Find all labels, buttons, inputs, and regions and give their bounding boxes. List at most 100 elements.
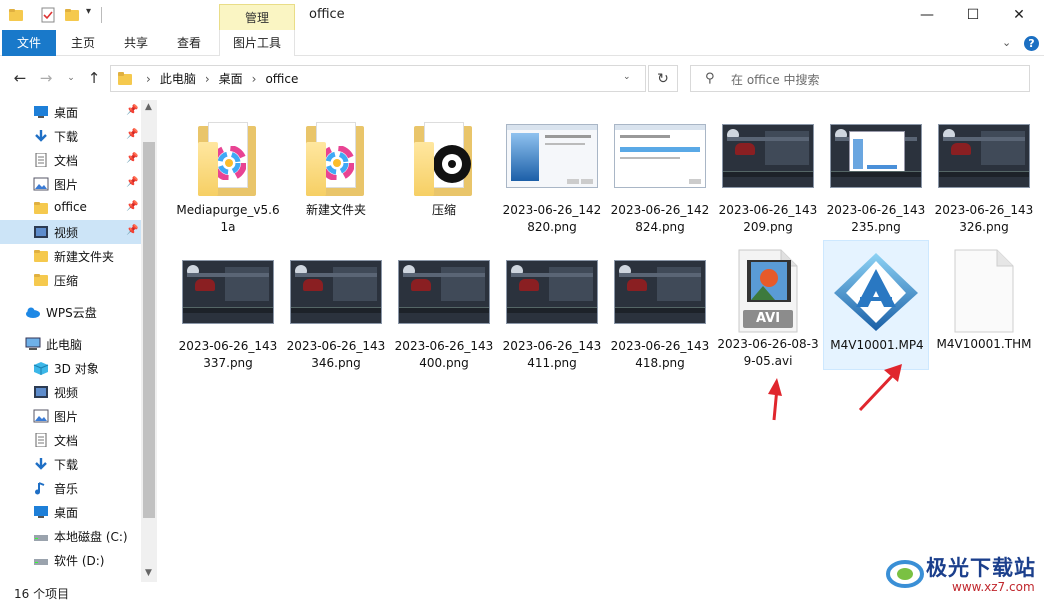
minimize-button[interactable]: — <box>904 0 950 30</box>
sidebar-item-quick-6[interactable]: 新建文件夹 <box>0 244 141 268</box>
sidebar-item-pc-2[interactable]: 图片 <box>0 404 141 428</box>
navigation-bar: ← → ⌄ ↑ › 此电脑 › 桌面 › office ⌄ ↻ ⚲ 在 offi… <box>0 56 1044 100</box>
picture-icon <box>33 409 49 423</box>
chevron-right-icon[interactable]: › <box>252 72 257 86</box>
pin-icon[interactable]: 📌 <box>126 105 138 116</box>
breadcrumb-desktop[interactable]: 桌面 <box>219 70 243 87</box>
file-name: M4V10001.THM <box>936 337 1032 351</box>
file-item[interactable]: 2023-06-26_142824.png <box>607 104 713 234</box>
file-item[interactable]: 2023-06-26_143235.png <box>823 104 929 234</box>
file-item[interactable]: M4V10001.THM <box>931 240 1037 370</box>
sidebar-item-pc-7[interactable]: 本地磁盘 (C:) <box>0 524 141 548</box>
properties-icon[interactable] <box>40 7 56 23</box>
sidebar-item-pc-4[interactable]: 下载 <box>0 452 141 476</box>
search-input[interactable]: ⚲ 在 office 中搜索 <box>690 65 1030 92</box>
scroll-up-icon[interactable]: ▲ <box>145 102 152 112</box>
sidebar-item-quick-1[interactable]: 下载 📌 <box>0 124 141 148</box>
address-bar[interactable]: › 此电脑 › 桌面 › office ⌄ <box>110 65 646 92</box>
sidebar-item-label: WPS云盘 <box>46 306 97 320</box>
folder-icon <box>33 249 49 263</box>
tab-view[interactable]: 查看 <box>164 30 214 56</box>
pin-icon[interactable]: 📌 <box>126 177 138 188</box>
sidebar-item-label: 3D 对象 <box>54 362 99 376</box>
file-item[interactable]: 压缩 <box>391 104 497 234</box>
sidebar-item-quick-0[interactable]: 桌面 📌 <box>0 100 141 124</box>
expand-ribbon-icon[interactable]: ⌄ <box>1002 36 1011 49</box>
sidebar-item-quick-7[interactable]: 压缩 <box>0 268 141 292</box>
folder-icon <box>194 118 262 198</box>
sidebar-item-wps[interactable]: WPS云盘 <box>0 300 141 324</box>
chevron-right-icon[interactable]: › <box>146 72 151 86</box>
up-arrow-icon[interactable]: ↑ <box>84 66 104 90</box>
pin-icon[interactable]: 📌 <box>126 153 138 164</box>
sidebar-item-quick-2[interactable]: 文档 📌 <box>0 148 141 172</box>
file-item[interactable]: 2023-06-26_143337.png <box>175 240 281 370</box>
breadcrumb-this-pc[interactable]: 此电脑 <box>160 70 196 87</box>
screenshot-thumbnail <box>830 124 922 188</box>
folder-icon[interactable] <box>8 7 24 23</box>
maximize-button[interactable]: ☐ <box>950 0 996 30</box>
sidebar-item-pc-8[interactable]: 软件 (D:) <box>0 548 141 572</box>
help-icon[interactable]: ? <box>1024 36 1039 51</box>
video-icon <box>33 385 49 399</box>
file-item[interactable]: 2023-06-26_142820.png <box>499 104 605 234</box>
file-item[interactable]: AVI 2023-06-26-08-39-05.avi <box>715 240 821 370</box>
sidebar-item-pc-3[interactable]: 文档 <box>0 428 141 452</box>
sidebar-item-quick-5[interactable]: 视频 📌 <box>0 220 141 244</box>
pin-icon[interactable]: 📌 <box>126 201 138 212</box>
file-item[interactable]: 2023-06-26_143411.png <box>499 240 605 370</box>
sidebar-item-this-pc[interactable]: 此电脑 <box>0 332 141 356</box>
sidebar-item-label: 桌面 <box>54 106 79 120</box>
file-item[interactable]: Mediapurge_v5.61a <box>175 104 281 234</box>
new-folder-icon[interactable] <box>64 7 80 23</box>
video-icon <box>33 225 49 239</box>
tab-picture-tools[interactable]: 图片工具 <box>219 30 295 56</box>
sidebar-item-pc-5[interactable]: 音乐 <box>0 476 141 500</box>
cloud-icon <box>25 305 41 319</box>
forward-arrow-icon[interactable]: → <box>34 66 58 90</box>
file-item[interactable]: 2023-06-26_143346.png <box>283 240 389 370</box>
file-name: 2023-06-26_143209.png <box>718 203 818 234</box>
file-item[interactable]: 2023-06-26_143418.png <box>607 240 713 370</box>
title-bar: ▾ 管理 office — ☐ ✕ <box>0 0 1044 30</box>
customize-toolbar-icon[interactable]: ▾ <box>86 6 91 17</box>
screenshot-thumbnail <box>290 260 382 324</box>
pc-icon <box>25 337 41 351</box>
divider <box>101 7 102 23</box>
file-item[interactable]: 2023-06-26_143326.png <box>931 104 1037 234</box>
sidebar-item-pc-1[interactable]: 视频 <box>0 380 141 404</box>
watermark-name: 极光下载站 <box>926 556 1036 580</box>
file-item[interactable]: 新建文件夹 <box>283 104 389 234</box>
tab-home[interactable]: 主页 <box>58 30 108 56</box>
file-item[interactable]: 2023-06-26_143400.png <box>391 240 497 370</box>
tab-share[interactable]: 共享 <box>110 30 162 56</box>
sidebar-scrollbar[interactable]: ▲ ▼ <box>141 100 157 582</box>
sidebar-item-quick-4[interactable]: office 📌 <box>0 196 141 220</box>
folder-icon <box>33 201 49 215</box>
tab-file[interactable]: 文件 <box>2 30 56 56</box>
close-button[interactable]: ✕ <box>996 0 1042 30</box>
file-list: Mediapurge_v5.61a 新建文件夹 压缩 2023-06-26_14… <box>157 100 1044 582</box>
sidebar-item-quick-3[interactable]: 图片 📌 <box>0 172 141 196</box>
screenshot-thumbnail <box>398 260 490 324</box>
pin-icon[interactable]: 📌 <box>126 225 138 236</box>
chevron-down-icon[interactable]: ⌄ <box>623 72 631 82</box>
sidebar-item-label: 文档 <box>54 154 79 168</box>
back-arrow-icon[interactable]: ← <box>8 66 32 90</box>
sidebar-item-label: office <box>54 200 87 214</box>
refresh-button[interactable]: ↻ <box>648 65 678 92</box>
scroll-down-icon[interactable]: ▼ <box>145 568 152 578</box>
sidebar-item-pc-0[interactable]: 3D 对象 <box>0 356 141 380</box>
scrollbar-thumb[interactable] <box>143 142 155 518</box>
folder-icon <box>33 273 49 287</box>
chevron-right-icon[interactable]: › <box>205 72 210 86</box>
file-name: M4V10001.MP4 <box>830 338 924 352</box>
music-icon <box>33 481 49 495</box>
sidebar-item-pc-6[interactable]: 桌面 <box>0 500 141 524</box>
pin-icon[interactable]: 📌 <box>126 129 138 140</box>
manage-contextual-tab[interactable]: 管理 <box>219 4 295 30</box>
recent-locations-icon[interactable]: ⌄ <box>62 66 80 90</box>
breadcrumb-office[interactable]: office <box>265 72 298 86</box>
file-item[interactable]: M4V10001.MP4 <box>823 240 929 370</box>
file-item[interactable]: 2023-06-26_143209.png <box>715 104 821 234</box>
